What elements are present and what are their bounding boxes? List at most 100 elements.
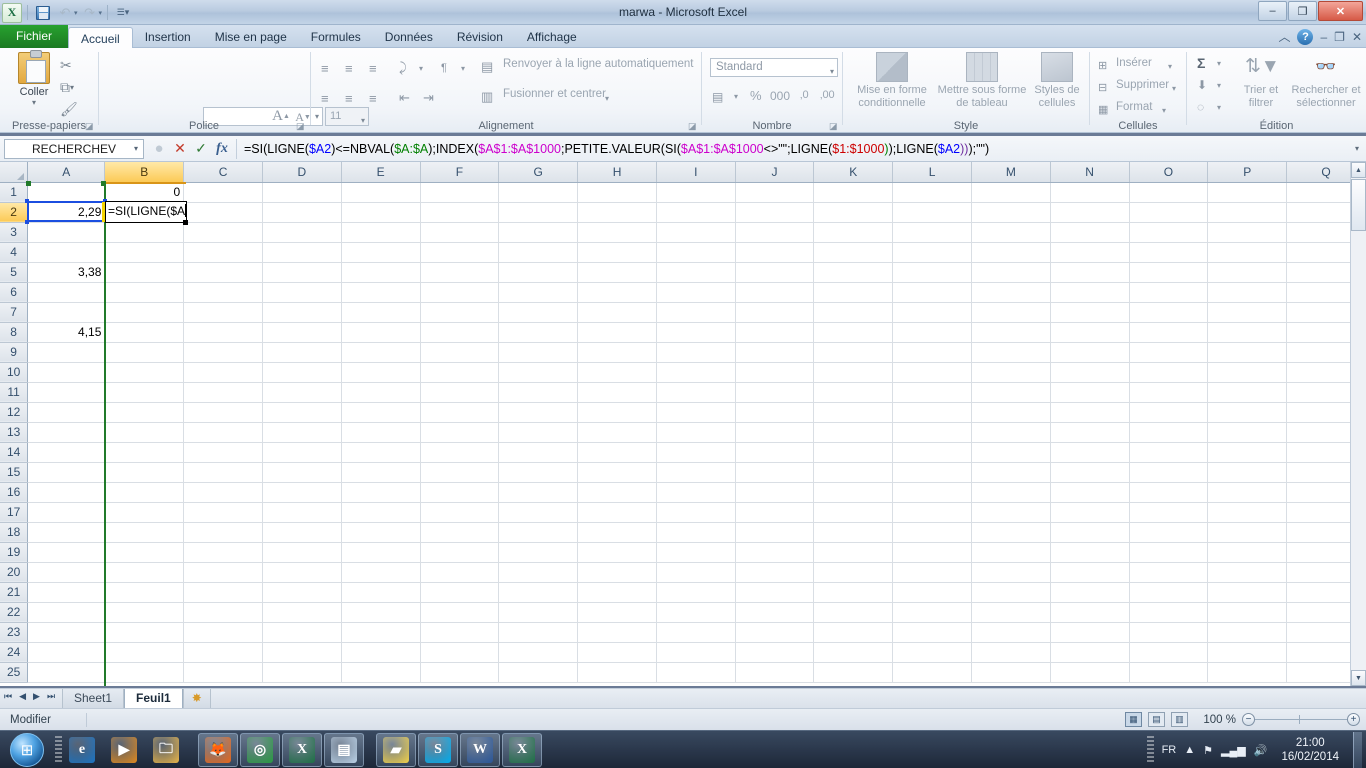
cell-I7[interactable] bbox=[656, 302, 736, 323]
cell-B24[interactable] bbox=[104, 642, 185, 663]
accounting-format-button[interactable]: ▤ bbox=[712, 86, 734, 108]
cell-H13[interactable] bbox=[577, 422, 657, 443]
cell-F14[interactable] bbox=[420, 442, 500, 463]
cell-E19[interactable] bbox=[341, 542, 421, 563]
cell-F3[interactable] bbox=[420, 222, 500, 243]
cell-E10[interactable] bbox=[341, 362, 421, 383]
row-header-3[interactable]: 3 bbox=[0, 222, 29, 243]
scroll-up-button[interactable]: ▲ bbox=[1351, 162, 1366, 178]
copy-button[interactable]: ⧉ ▾ bbox=[60, 76, 86, 98]
cell-E25[interactable] bbox=[341, 662, 421, 683]
tab-affichage[interactable]: Affichage bbox=[515, 26, 589, 48]
cell-H20[interactable] bbox=[577, 562, 657, 583]
cell-A2[interactable]: 2,29 bbox=[27, 202, 106, 223]
cell-E6[interactable] bbox=[341, 282, 421, 303]
chevron-down-icon[interactable]: ▾ bbox=[830, 63, 834, 80]
table-row[interactable]: 25 bbox=[0, 662, 1366, 683]
cell-J3[interactable] bbox=[735, 222, 815, 243]
cell-J21[interactable] bbox=[735, 582, 815, 603]
cell-D21[interactable] bbox=[262, 582, 342, 603]
cell-H18[interactable] bbox=[577, 522, 657, 543]
merge-center-button[interactable]: Fusionner et centrer bbox=[503, 88, 606, 100]
conditional-formatting-button[interactable]: Mise en forme conditionnelle bbox=[849, 52, 935, 110]
cell-A17[interactable] bbox=[27, 502, 106, 523]
cell-H24[interactable] bbox=[577, 642, 657, 663]
cell-A12[interactable] bbox=[27, 402, 106, 423]
cell-K15[interactable] bbox=[813, 462, 894, 483]
cell-I23[interactable] bbox=[656, 622, 736, 643]
row-header-7[interactable]: 7 bbox=[0, 302, 29, 323]
wrap-text-button[interactable]: Renvoyer à la ligne automatiquement bbox=[503, 58, 694, 70]
network-icon[interactable]: ▂▄▆ bbox=[1221, 744, 1246, 757]
cell-A21[interactable] bbox=[27, 582, 106, 603]
cell-I4[interactable] bbox=[656, 242, 736, 263]
cell-F22[interactable] bbox=[420, 602, 500, 623]
column-header-j[interactable]: J bbox=[735, 162, 815, 183]
cell-A25[interactable] bbox=[27, 662, 106, 683]
ribbon-tabs[interactable]: Fichier Accueil Insertion Mise en page F… bbox=[0, 25, 589, 49]
cell-O6[interactable] bbox=[1129, 282, 1209, 303]
cell-B7[interactable] bbox=[104, 302, 185, 323]
cell-I16[interactable] bbox=[656, 482, 736, 503]
row-header-9[interactable]: 9 bbox=[0, 342, 29, 363]
cell-E4[interactable] bbox=[341, 242, 421, 263]
cell-J1[interactable] bbox=[735, 182, 815, 203]
cell-M20[interactable] bbox=[971, 562, 1051, 583]
cell-G21[interactable] bbox=[498, 582, 579, 603]
cell-F15[interactable] bbox=[420, 462, 500, 483]
cell-P16[interactable] bbox=[1207, 482, 1288, 503]
cell-O9[interactable] bbox=[1129, 342, 1209, 363]
cell-E23[interactable] bbox=[341, 622, 421, 643]
cell-M12[interactable] bbox=[971, 402, 1051, 423]
cell-M13[interactable] bbox=[971, 422, 1051, 443]
cell-D25[interactable] bbox=[262, 662, 342, 683]
cell-J13[interactable] bbox=[735, 422, 815, 443]
cell-J14[interactable] bbox=[735, 442, 815, 463]
taskbar-item-sticky-notes[interactable]: ▰ bbox=[376, 733, 416, 767]
vertical-scroll-thumb[interactable] bbox=[1351, 179, 1366, 231]
cell-A11[interactable] bbox=[27, 382, 106, 403]
column-header-c[interactable]: C bbox=[183, 162, 263, 183]
row-header-14[interactable]: 14 bbox=[0, 442, 29, 463]
cell-K11[interactable] bbox=[813, 382, 894, 403]
cell-I13[interactable] bbox=[656, 422, 736, 443]
cell-N10[interactable] bbox=[1050, 362, 1130, 383]
cell-E3[interactable] bbox=[341, 222, 421, 243]
table-row[interactable]: 8 4,15 bbox=[0, 322, 1366, 343]
cell-F23[interactable] bbox=[420, 622, 500, 643]
cell-D22[interactable] bbox=[262, 602, 342, 623]
table-row[interactable]: 20 bbox=[0, 562, 1366, 583]
cell-G9[interactable] bbox=[498, 342, 579, 363]
cell-L11[interactable] bbox=[892, 382, 972, 403]
start-button[interactable]: ⊞ bbox=[2, 732, 52, 767]
table-row[interactable]: 17 bbox=[0, 502, 1366, 523]
cell-E11[interactable] bbox=[341, 382, 421, 403]
cell-E20[interactable] bbox=[341, 562, 421, 583]
cell-B1[interactable]: 0 bbox=[104, 182, 185, 203]
cell-A9[interactable] bbox=[27, 342, 106, 363]
cell-L25[interactable] bbox=[892, 662, 972, 683]
cell-C4[interactable] bbox=[183, 242, 263, 263]
taskbar-item-microsoft-word[interactable]: W bbox=[460, 733, 500, 767]
cancel-formula-button[interactable]: ✕ bbox=[173, 140, 187, 157]
cell-L23[interactable] bbox=[892, 622, 972, 643]
cell-D6[interactable] bbox=[262, 282, 342, 303]
cell-N8[interactable] bbox=[1050, 322, 1130, 343]
cell-A15[interactable] bbox=[27, 462, 106, 483]
cell-H15[interactable] bbox=[577, 462, 657, 483]
cell-H8[interactable] bbox=[577, 322, 657, 343]
autosum-caret-icon[interactable]: ▾ bbox=[1217, 56, 1227, 70]
row-header-17[interactable]: 17 bbox=[0, 502, 29, 523]
cell-C16[interactable] bbox=[183, 482, 263, 503]
cell-A8[interactable]: 4,15 bbox=[27, 322, 106, 343]
cell-F10[interactable] bbox=[420, 362, 500, 383]
cell-P25[interactable] bbox=[1207, 662, 1288, 683]
cell-C14[interactable] bbox=[183, 442, 263, 463]
sort-filter-button[interactable]: ⇅▼ Trier et filtrer bbox=[1235, 52, 1287, 110]
taskbar-grip[interactable] bbox=[55, 736, 62, 764]
cell-D11[interactable] bbox=[262, 382, 342, 403]
cell-E22[interactable] bbox=[341, 602, 421, 623]
window-controls[interactable]: – ❐ ✕ bbox=[1258, 1, 1363, 21]
cell-G23[interactable] bbox=[498, 622, 579, 643]
cell-H5[interactable] bbox=[577, 262, 657, 283]
